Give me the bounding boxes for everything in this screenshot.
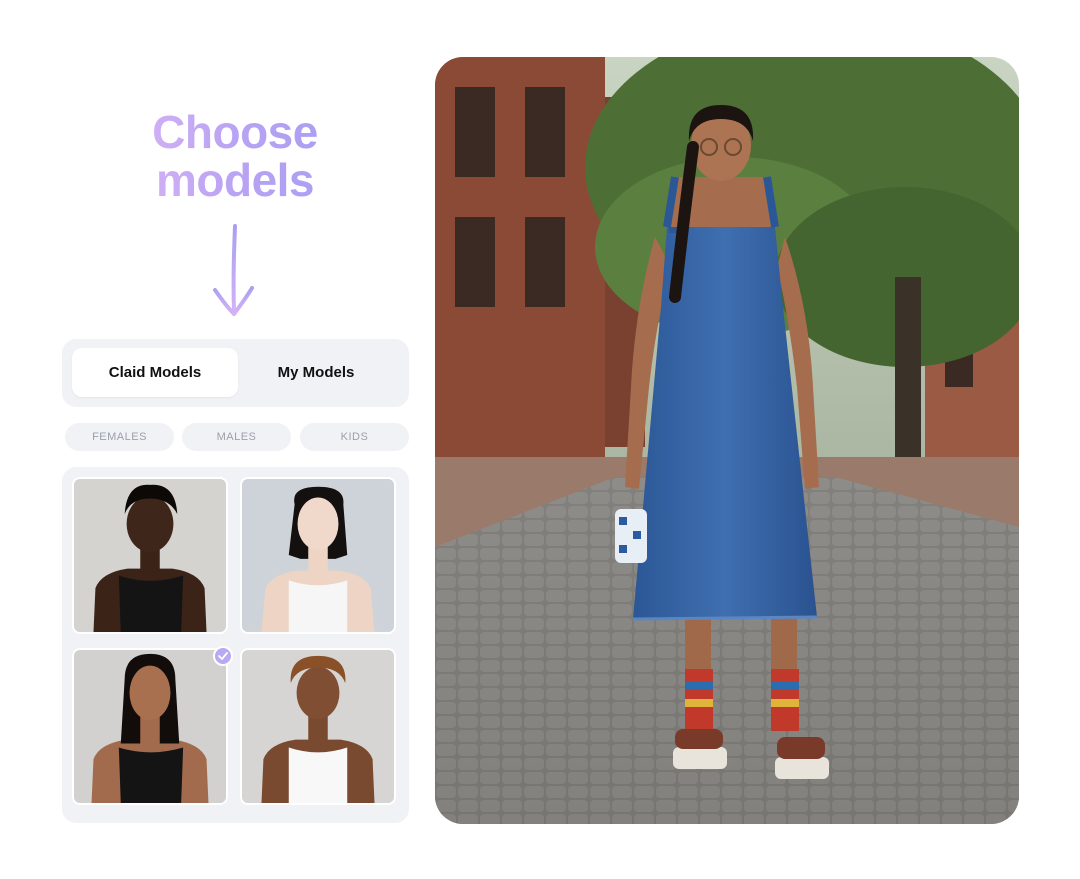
filter-females-label: FEMALES [92,431,147,443]
selected-check-icon [213,646,233,666]
model-preview-photo [435,57,1019,824]
model-portrait-icon [74,479,226,632]
filter-kids[interactable]: KIDS [300,423,409,451]
heading-line-2: models [120,156,350,204]
model-card-1[interactable] [72,477,228,634]
tab-claid-models-label: Claid Models [108,364,202,381]
filter-males[interactable]: MALES [182,423,291,451]
model-portrait-icon [74,650,226,803]
section-heading: Choose models [120,108,350,204]
arrow-down-icon [213,224,254,316]
filter-kids-label: KIDS [340,431,369,443]
model-portrait-icon [242,479,394,632]
tab-claid-models[interactable]: Claid Models [72,348,238,397]
model-card-2[interactable] [240,477,396,634]
model-card-3[interactable] [72,648,228,805]
street-photo-illustration [435,57,1019,824]
heading-line-1: Choose [120,108,350,156]
tab-my-models-label: My Models [277,364,355,381]
model-card-4[interactable] [240,648,396,805]
filter-males-label: MALES [216,431,257,443]
model-source-tabs: Claid Models My Models [62,339,409,407]
tab-my-models[interactable]: My Models [233,348,399,397]
model-portrait-icon [242,650,394,803]
filter-females[interactable]: FEMALES [65,423,174,451]
